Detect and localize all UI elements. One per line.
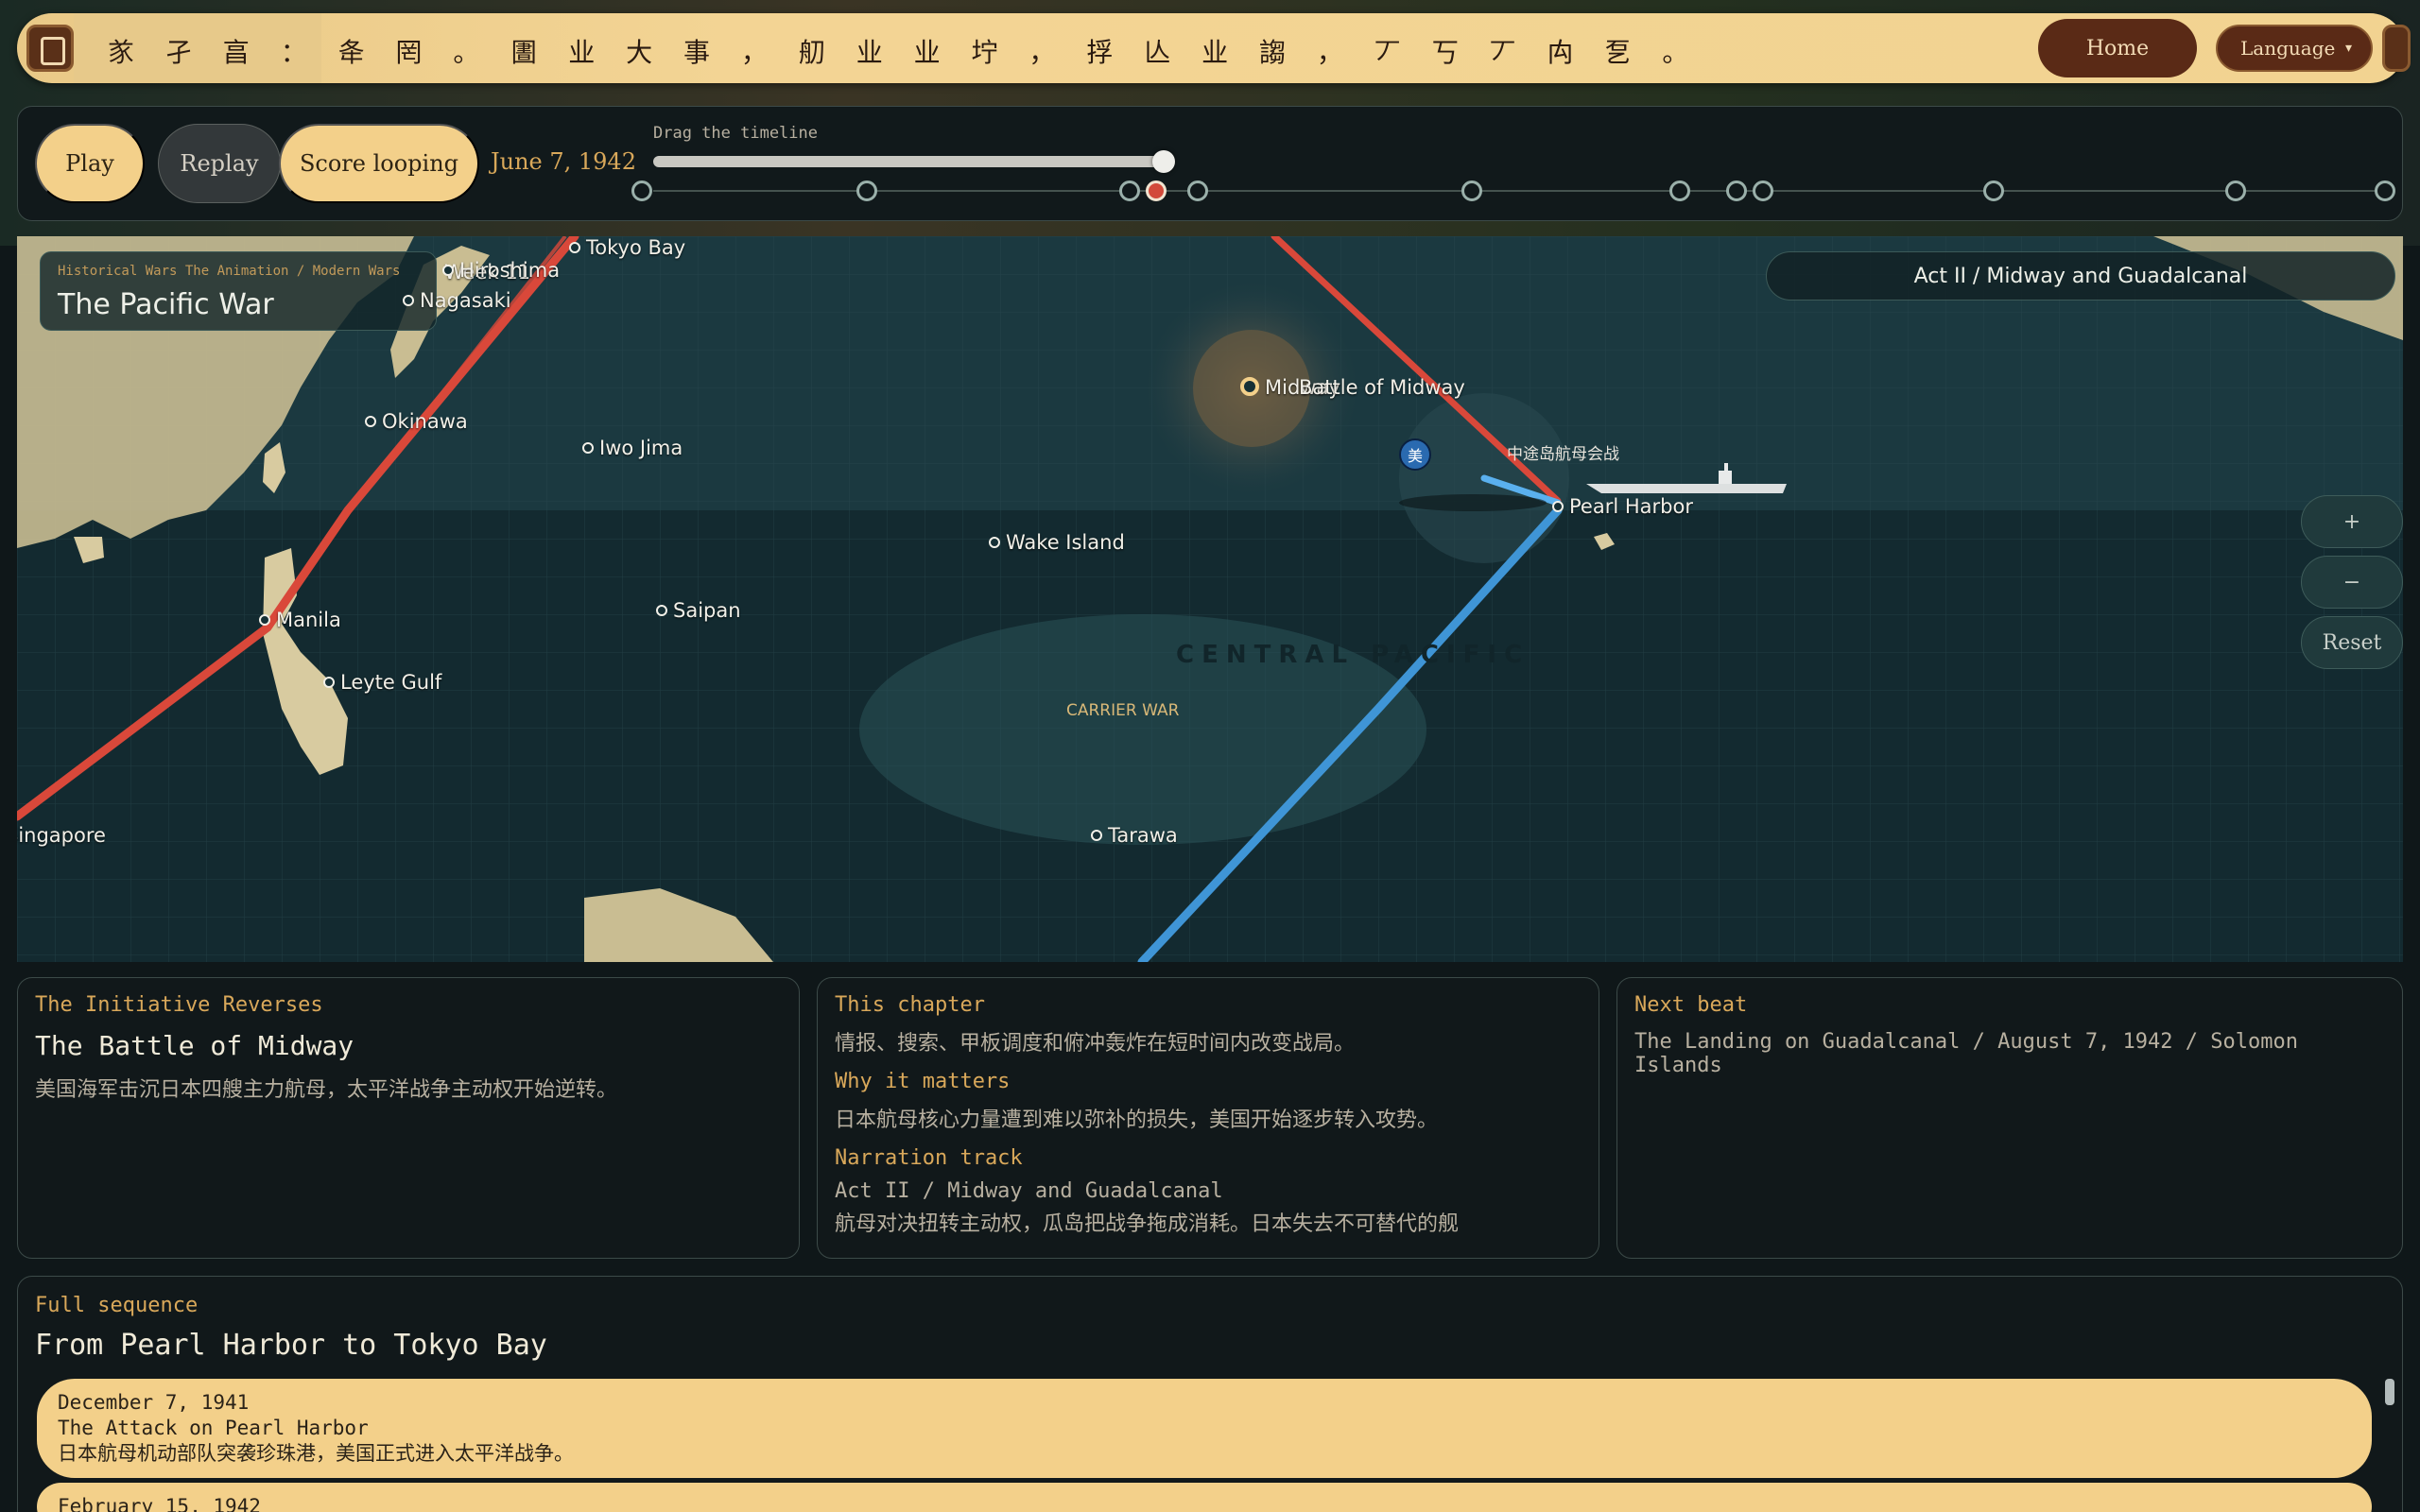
place-marker-icon bbox=[442, 265, 454, 276]
sequence-title: From Pearl Harbor to Tokyo Bay bbox=[35, 1329, 547, 1362]
battle-label-cn: 中途岛航母会战 bbox=[1507, 445, 1619, 464]
place-marker-icon bbox=[1091, 830, 1102, 841]
timeline-marker[interactable] bbox=[1461, 180, 1482, 201]
sequence-item[interactable]: February 15, 1942 bbox=[37, 1483, 2372, 1512]
why-text: 日本航母核心力量遭到难以弥补的损失，美国开始逐步转入攻势。 bbox=[835, 1108, 1439, 1132]
event-title: The Battle of Midway bbox=[35, 1030, 354, 1061]
timeline-hint: Drag the timeline bbox=[653, 124, 818, 143]
sequence-scrollbar[interactable] bbox=[2385, 1379, 2394, 1405]
reset-button[interactable]: Reset bbox=[2301, 616, 2403, 669]
event-kicker: The Initiative Reverses bbox=[35, 993, 323, 1017]
timeline-marker[interactable] bbox=[1753, 180, 1773, 201]
place-hiroshima[interactable]: Hiroshima bbox=[442, 259, 560, 282]
sequence-item-date: February 15, 1942 bbox=[58, 1495, 261, 1512]
place-iwo-jima[interactable]: Iwo Jima bbox=[582, 437, 683, 459]
timeline-slider[interactable] bbox=[653, 156, 1164, 167]
language-select[interactable]: Language ▾ bbox=[2216, 25, 2373, 72]
next-beat-panel: Next beat The Landing on Guadalcanal / A… bbox=[1616, 977, 2403, 1259]
timeline-axis bbox=[653, 190, 2393, 192]
timeline-marker[interactable] bbox=[1146, 180, 1167, 201]
home-button[interactable]: Home bbox=[2038, 19, 2197, 77]
place-marker-icon bbox=[569, 242, 580, 253]
banner-end-ornament bbox=[2382, 25, 2411, 72]
score-looping-button[interactable]: Score looping bbox=[279, 124, 479, 203]
place-marker-icon bbox=[365, 416, 376, 427]
timeline-marker[interactable] bbox=[2225, 180, 2246, 201]
place-marker-icon bbox=[1552, 501, 1564, 512]
place-marker-icon bbox=[259, 614, 270, 626]
place-marker-icon bbox=[989, 537, 1000, 548]
event-summary: 美国海军击沉日本四艘主力航母，太平洋战争主动权开始逆转。 bbox=[35, 1078, 618, 1102]
place-manila[interactable]: Manila bbox=[259, 609, 341, 631]
sequence-kicker: Full sequence bbox=[35, 1294, 199, 1317]
timeline-slider-thumb[interactable] bbox=[1152, 150, 1175, 173]
place-saipan[interactable]: Saipan bbox=[656, 599, 741, 622]
carrier-war-label: CARRIER WAR bbox=[1066, 701, 1180, 720]
place-tokyo-bay[interactable]: Tokyo Bay bbox=[569, 236, 685, 259]
chapter-text: 情报、搜索、甲板调度和俯冲轰炸在短时间内改变战局。 bbox=[835, 1032, 1356, 1056]
timeline-marker[interactable] bbox=[1983, 180, 2004, 201]
place-marker-icon bbox=[403, 295, 414, 306]
app-logo-icon[interactable] bbox=[26, 25, 74, 72]
place-okinawa[interactable]: Okinawa bbox=[365, 410, 468, 433]
act-indicator: Act II / Midway and Guadalcanal bbox=[1766, 251, 2395, 301]
chevron-down-icon: ▾ bbox=[2344, 41, 2352, 56]
timeline-marker[interactable] bbox=[1187, 180, 1208, 201]
timeline-marker[interactable] bbox=[2375, 180, 2395, 201]
next-beat-link[interactable]: The Landing on Guadalcanal / August 7, 1… bbox=[1634, 1030, 2385, 1077]
chapter-kicker: This chapter bbox=[835, 993, 985, 1017]
top-banner: 㒸 孑 亯 ： 夅 罔 。 圕 业 大 事 ， 舠 业 业 坾 ， 捊 亾 业 … bbox=[17, 13, 2411, 83]
narration-act: Act II / Midway and Guadalcanal bbox=[835, 1179, 1223, 1203]
region-label: CENTRAL PACIFIC bbox=[1176, 641, 1530, 669]
breadcrumb[interactable]: Historical Wars The Animation / Modern W… bbox=[58, 264, 400, 279]
timeline-marker[interactable] bbox=[1726, 180, 1747, 201]
next-kicker: Next beat bbox=[1634, 993, 1748, 1017]
sequence-item-summary: 日本航母机动部队突袭珍珠港，美国正式进入太平洋战争。 bbox=[58, 1442, 574, 1465]
us-fleet-badge[interactable]: 美 bbox=[1399, 438, 1431, 471]
place-leyte-gulf[interactable]: Leyte Gulf bbox=[323, 671, 441, 694]
current-event-panel: The Initiative Reverses The Battle of Mi… bbox=[17, 977, 800, 1259]
battle-label: Battle of Midway bbox=[1299, 376, 1465, 399]
chapter-panel: This chapter 情报、搜索、甲板调度和俯冲轰炸在短时间内改变战局。 W… bbox=[817, 977, 1599, 1259]
sequence-item-title: The Attack on Pearl Harbor bbox=[58, 1417, 369, 1439]
timeline-marker[interactable] bbox=[1119, 180, 1140, 201]
zoom-out-button[interactable]: − bbox=[2301, 556, 2403, 609]
place-singapore[interactable]: Singapore bbox=[17, 824, 106, 847]
pacific-map[interactable]: Historical Wars The Animation / Modern W… bbox=[17, 236, 2403, 962]
current-date: June 7, 1942 bbox=[491, 148, 636, 175]
language-label: Language bbox=[2240, 37, 2336, 60]
place-pearl-harbor[interactable]: Pearl Harbor bbox=[1552, 495, 1693, 518]
timeline-marker[interactable] bbox=[631, 180, 652, 201]
playback-controls: Play Replay Score looping June 7, 1942 D… bbox=[17, 106, 2403, 221]
map-title: The Pacific War bbox=[58, 288, 274, 321]
sequence-item[interactable]: December 7, 1941 The Attack on Pearl Har… bbox=[37, 1379, 2372, 1478]
why-kicker: Why it matters bbox=[835, 1070, 1011, 1093]
sequence-item-date: December 7, 1941 bbox=[58, 1391, 250, 1414]
narration-kicker: Narration track bbox=[835, 1146, 1023, 1170]
map-canvas bbox=[17, 236, 2403, 962]
place-marker-icon bbox=[323, 677, 335, 688]
place-tarawa[interactable]: Tarawa bbox=[1091, 824, 1178, 847]
place-wake-island[interactable]: Wake Island bbox=[989, 531, 1125, 554]
place-marker-icon bbox=[656, 605, 667, 616]
narration-text: 航母对决扭转主动权，瓜岛把战争拖成消耗。日本失去不可替代的舰 bbox=[835, 1212, 1460, 1236]
full-sequence-panel[interactable]: Full sequence From Pearl Harbor to Tokyo… bbox=[17, 1276, 2403, 1512]
timeline-marker[interactable] bbox=[1669, 180, 1690, 201]
banner-seal-text: 㒸 孑 亯 ： 夅 罔 。 圕 业 大 事 ， 舠 业 业 坾 ， 捊 亾 业 … bbox=[108, 37, 1701, 68]
place-marker-icon bbox=[1240, 377, 1259, 396]
map-title-card: Historical Wars The Animation / Modern W… bbox=[40, 251, 437, 331]
replay-button[interactable]: Replay bbox=[158, 124, 281, 203]
play-button[interactable]: Play bbox=[35, 124, 145, 203]
timeline-marker[interactable] bbox=[856, 180, 877, 201]
zoom-in-button[interactable]: + bbox=[2301, 495, 2403, 548]
place-marker-icon bbox=[582, 442, 594, 454]
place-nagasaki[interactable]: Nagasaki bbox=[403, 289, 511, 312]
